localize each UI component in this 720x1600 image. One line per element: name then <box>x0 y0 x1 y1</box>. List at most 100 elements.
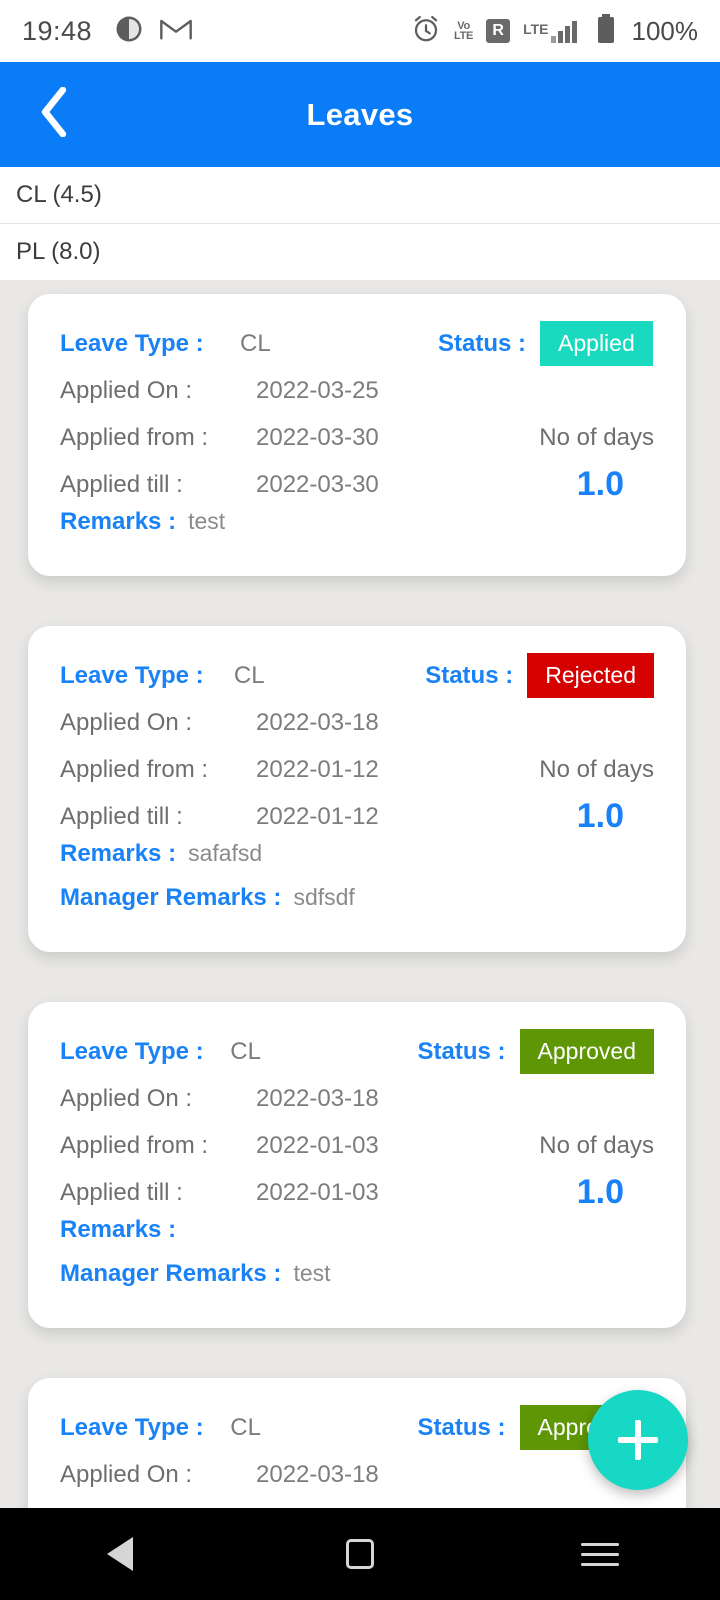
alarm-icon <box>411 14 441 49</box>
status-label: Status : <box>425 661 514 689</box>
leave-type-value: CL <box>233 661 265 689</box>
applied-on-label: Applied On : <box>60 1084 193 1112</box>
card-header-row: Leave Type : CL Status : Applied <box>60 320 654 367</box>
leave-type-label: Leave Type : <box>60 661 204 689</box>
applied-from-value: 2022-03-30 <box>256 423 379 451</box>
leave-type-value: CL <box>230 1037 261 1065</box>
no-of-days-label: No of days <box>539 1131 654 1159</box>
remarks-value: test <box>188 508 226 534</box>
applied-till-label: Applied till : <box>60 470 183 498</box>
applied-from-row: Applied from : 2022-01-03 No of days <box>60 1122 654 1169</box>
applied-till-label: Applied till : <box>60 802 183 830</box>
applied-on-value: 2022-03-18 <box>256 1460 379 1488</box>
applied-till-value: 2022-01-12 <box>256 802 379 830</box>
roaming-icon: R <box>486 19 511 43</box>
applied-on-value: 2022-03-25 <box>256 376 379 404</box>
no-of-days-label: No of days <box>539 423 654 451</box>
remarks-row: Remarks : test <box>60 508 654 552</box>
phone-screen: 19:48 Vo LTE R LTE 100% Leaves CL (4.5) … <box>0 0 720 1600</box>
plus-icon <box>618 1420 658 1460</box>
manager-remarks-value: sdfsdf <box>293 884 355 910</box>
status-group: Status : Approved <box>417 1029 654 1074</box>
card-header-row: Leave Type : CL Status : Approved <box>60 1404 654 1451</box>
status-group: Status : Applied <box>438 321 653 366</box>
remarks-value: safafsd <box>188 840 263 866</box>
applied-from-row: Applied from : 2022-01-12 No of days <box>60 746 654 793</box>
applied-till-label: Applied till : <box>60 1178 183 1206</box>
applied-on-row: Applied On : 2022-03-25 <box>60 367 654 414</box>
no-of-days-value: 1.0 <box>576 797 624 835</box>
chevron-left-icon <box>37 86 71 142</box>
leave-type-label: Leave Type : <box>60 1037 204 1065</box>
status-bar: 19:48 Vo LTE R LTE 100% <box>0 0 720 62</box>
add-leave-fab[interactable] <box>588 1390 688 1490</box>
do-not-disturb-icon <box>114 14 144 49</box>
manager-remarks-label: Manager Remarks : <box>60 884 282 911</box>
card-header-row: Leave Type : CL Status : Rejected <box>60 652 654 699</box>
battery-icon <box>597 13 615 49</box>
recents-menu-icon <box>581 1536 619 1573</box>
leave-balance-list: CL (4.5) PL (8.0) <box>0 167 720 281</box>
applied-on-row: Applied On : 2022-03-18 <box>60 699 654 746</box>
status-label: Status : <box>417 1037 506 1065</box>
app-bar: Leaves <box>0 62 720 167</box>
nav-home-button[interactable] <box>240 1539 480 1569</box>
applied-on-label: Applied On : <box>60 708 193 736</box>
applied-from-value: 2022-01-03 <box>256 1131 379 1159</box>
status-group: Status : Rejected <box>425 653 654 698</box>
no-of-days-label: No of days <box>539 755 654 783</box>
remarks-row: Remarks : safafsd <box>60 840 654 884</box>
balance-row-pl[interactable]: PL (8.0) <box>0 224 720 281</box>
manager-remarks-row: Manager Remarks : sdfsdf <box>60 884 654 928</box>
leave-card[interactable]: Leave Type : CL Status : Approved Applie… <box>28 1002 686 1328</box>
remarks-label: Remarks : <box>60 1216 177 1243</box>
leave-type-value: CL <box>240 329 271 357</box>
status-label: Status : <box>438 329 527 357</box>
status-badge: Rejected <box>527 653 654 698</box>
applied-till-row: Applied till : 2022-01-03 1.0 <box>60 1169 654 1216</box>
gmail-icon <box>160 16 192 47</box>
applied-from-label: Applied from : <box>60 755 209 783</box>
applied-on-row: Applied On : 2022-03-18 <box>60 1075 654 1122</box>
lte-signal-icon: LTE <box>523 18 583 44</box>
status-bar-clock: 19:48 <box>22 15 93 46</box>
applied-from-value: 2022-01-12 <box>256 755 379 783</box>
applied-till-value: 2022-01-03 <box>256 1178 379 1206</box>
applied-on-label: Applied On : <box>60 1460 193 1488</box>
status-badge: Applied <box>540 321 653 366</box>
back-button[interactable] <box>26 86 82 143</box>
remarks-label: Remarks : <box>60 840 177 867</box>
leave-card[interactable]: Leave Type : CL Status : Applied Applied… <box>28 294 686 576</box>
no-of-days-value: 1.0 <box>576 1173 624 1211</box>
applied-till-value: 2022-03-30 <box>256 470 379 498</box>
leave-card[interactable]: Leave Type : CL Status : Rejected Applie… <box>28 626 686 952</box>
volte-icon: Vo LTE <box>454 21 473 42</box>
nav-recents-button[interactable] <box>480 1536 720 1573</box>
balance-row-cl[interactable]: CL (4.5) <box>0 167 720 224</box>
applied-on-label: Applied On : <box>60 376 193 404</box>
applied-on-value: 2022-03-18 <box>256 708 379 736</box>
lte-label: LTE <box>523 21 549 37</box>
applied-till-row: Applied till : 2022-01-12 1.0 <box>60 793 654 840</box>
nav-back-button[interactable] <box>0 1537 240 1571</box>
applied-from-row: Applied from : 2022-03-30 No of days <box>60 414 654 461</box>
back-triangle-icon <box>107 1537 133 1571</box>
leave-type-label: Leave Type : <box>60 329 204 357</box>
applied-on-row: Applied On : 2022-03-18 <box>60 1451 654 1498</box>
applied-from-label: Applied from : <box>60 1131 209 1159</box>
remarks-label: Remarks : <box>60 508 177 535</box>
applied-till-row: Applied till : 2022-03-30 1.0 <box>60 461 654 508</box>
card-header-row: Leave Type : CL Status : Approved <box>60 1028 654 1075</box>
remarks-row: Remarks : <box>60 1216 654 1260</box>
status-label: Status : <box>417 1413 506 1441</box>
applied-on-value: 2022-03-18 <box>256 1084 379 1112</box>
no-of-days-value: 1.0 <box>576 465 624 503</box>
battery-percentage: 100% <box>631 15 699 46</box>
leave-type-value: CL <box>230 1413 261 1441</box>
home-square-icon <box>346 1539 374 1569</box>
page-title: Leaves <box>306 96 414 132</box>
leave-type-label: Leave Type : <box>60 1413 204 1441</box>
android-nav-bar <box>0 1508 720 1600</box>
applied-from-label: Applied from : <box>60 423 209 451</box>
manager-remarks-value: test <box>293 1260 331 1286</box>
